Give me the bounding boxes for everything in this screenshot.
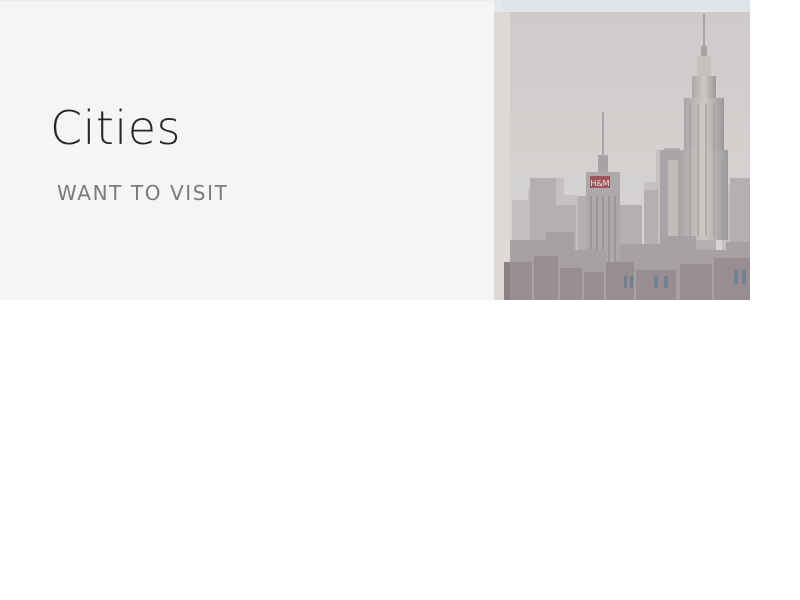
board-title: Cities — [50, 101, 181, 155]
board-subtitle: WANT TO VISIT — [57, 181, 229, 205]
city-skyline-image: H&M — [494, 0, 750, 300]
board-thumbnail[interactable]: H&M — [494, 0, 750, 300]
board-card-cities[interactable]: Cities WANT TO VISIT H&M — [0, 0, 750, 300]
board-info-panel: Cities WANT TO VISIT — [0, 0, 494, 300]
